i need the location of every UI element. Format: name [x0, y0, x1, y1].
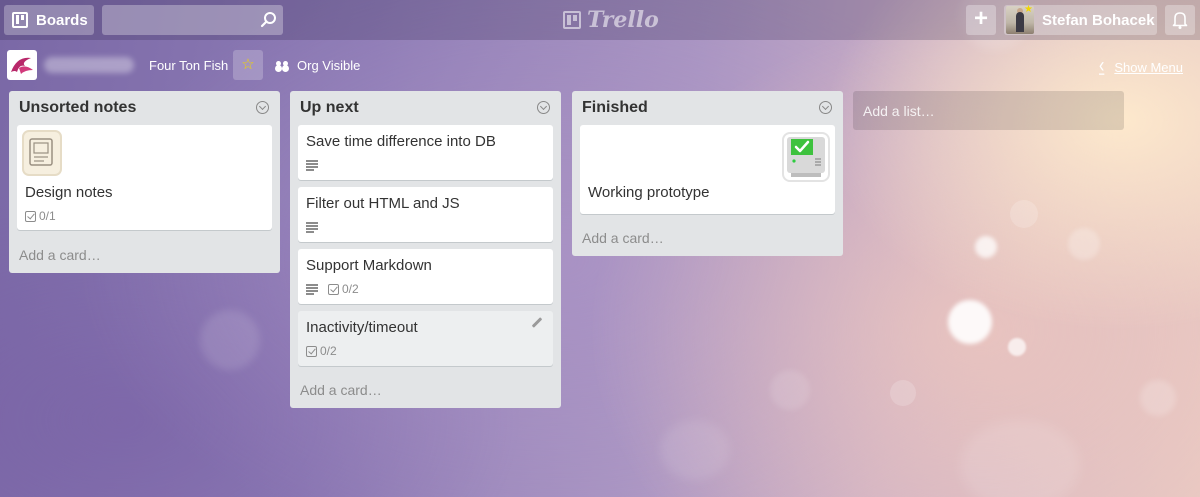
description-icon [306, 284, 318, 295]
visibility-label: Org Visible [297, 58, 361, 73]
list-up-next: Up next Save time difference into DB Fil… [290, 91, 561, 408]
notifications-button[interactable] [1165, 5, 1195, 35]
checklist-count: 0/2 [342, 282, 359, 296]
card[interactable]: Working prototype [580, 125, 835, 214]
org-logo[interactable] [7, 50, 37, 80]
list-finished: Finished Working prototype Add a card… [572, 91, 843, 256]
card-title: Working prototype [588, 184, 710, 201]
list-menu-icon[interactable] [537, 101, 550, 114]
logo-text: Trello [587, 7, 659, 33]
list-header: Unsorted notes [9, 91, 280, 125]
people-icon [276, 60, 289, 71]
list-title[interactable]: Up next [300, 99, 359, 117]
card-badges [306, 219, 545, 235]
card[interactable]: Inactivity/timeout 0/2 [298, 311, 553, 366]
bell-icon [1172, 12, 1188, 29]
org-logo-image [11, 57, 33, 74]
computer-check-icon [782, 132, 830, 182]
notes-sticker-icon [22, 130, 62, 176]
description-icon [306, 160, 318, 171]
checklist-badge: 0/1 [25, 209, 56, 223]
plus-icon: + [973, 5, 988, 32]
boards-icon [12, 12, 28, 28]
list-menu-icon[interactable] [819, 101, 832, 114]
list-title[interactable]: Unsorted notes [19, 99, 136, 117]
checklist-icon [306, 345, 317, 357]
board-name-obscured[interactable] [44, 57, 134, 73]
add-card-button[interactable]: Add a card… [9, 237, 280, 273]
card[interactable]: Support Markdown 0/2 [298, 249, 553, 304]
boards-button[interactable]: Boards [4, 5, 94, 35]
checklist-count: 0/1 [39, 209, 56, 223]
add-card-button[interactable]: Add a card… [290, 373, 561, 408]
show-menu-button[interactable]: ‹ Show Menu [1099, 55, 1183, 78]
trello-logo[interactable]: Trello [563, 7, 659, 33]
card-badges [306, 157, 545, 173]
list-title[interactable]: Finished [582, 99, 648, 117]
list-menu-icon[interactable] [256, 101, 269, 114]
boards-label: Boards [36, 11, 88, 29]
list-unsorted-notes: Unsorted notes Design notes 0/1 Add a ca… [9, 91, 280, 273]
add-card-button[interactable]: Add a card… [572, 221, 843, 256]
card[interactable]: Save time difference into DB [298, 125, 553, 180]
card[interactable]: Filter out HTML and JS [298, 187, 553, 242]
checklist-badge: 0/2 [306, 344, 337, 358]
add-button[interactable]: + [966, 5, 996, 35]
card-badges: 0/2 [306, 343, 545, 359]
org-name[interactable]: Four Ton Fish [149, 58, 228, 73]
card-badges: 0/1 [25, 208, 264, 224]
star-icon: ☆ [241, 56, 255, 73]
card[interactable]: Design notes 0/1 [17, 125, 272, 230]
avatar-star-icon: ★ [1024, 4, 1033, 15]
top-header: Boards Trello + Stefan Bohacek ★ [0, 0, 1200, 40]
star-board-button[interactable]: ☆ [233, 50, 263, 80]
description-icon [306, 222, 318, 233]
trello-logo-icon [563, 11, 581, 29]
user-name: Stefan Bohacek [1042, 11, 1155, 29]
card-badges: 0/2 [306, 281, 545, 297]
add-list-button[interactable]: Add a list… [853, 91, 1124, 130]
card-title: Save time difference into DB [306, 133, 496, 150]
show-menu-label: Show Menu [1114, 59, 1183, 75]
list-header: Finished [572, 91, 843, 125]
checklist-badge: 0/2 [328, 282, 359, 296]
search-icon[interactable] [260, 11, 278, 29]
card-title: Filter out HTML and JS [306, 195, 460, 212]
checklist-icon [25, 210, 36, 222]
card-title: Support Markdown [306, 257, 432, 274]
checklist-count: 0/2 [320, 344, 337, 358]
search-input[interactable] [102, 5, 283, 35]
checklist-icon [328, 283, 339, 295]
visibility-button[interactable]: Org Visible [276, 58, 360, 73]
card-title: Inactivity/timeout [306, 319, 418, 336]
card-title: Design notes [25, 184, 113, 201]
chevron-left-icon: ‹ [1099, 55, 1105, 78]
list-header: Up next [290, 91, 561, 125]
